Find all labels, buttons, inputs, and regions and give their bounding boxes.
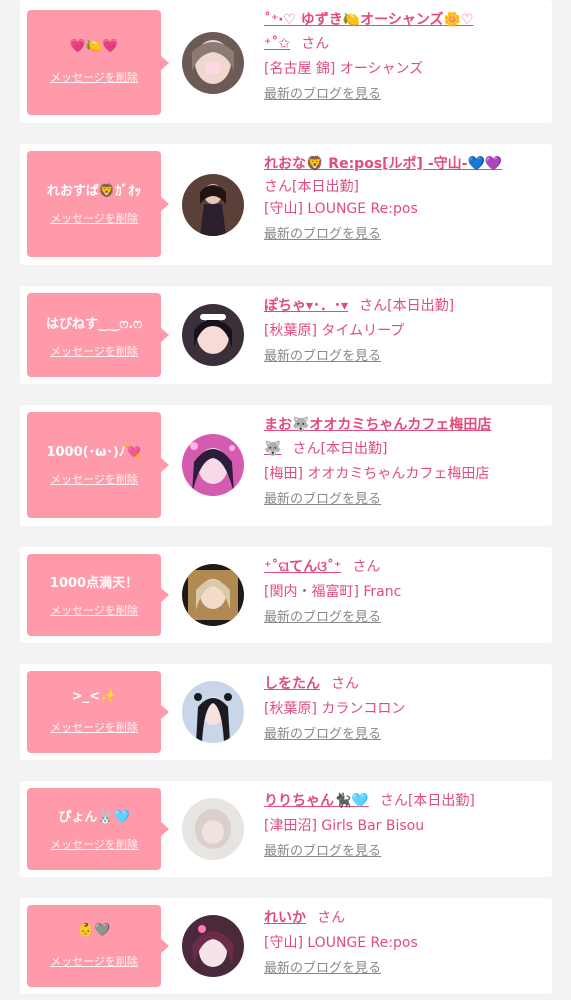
message-text: 1000点満天！ (49, 576, 139, 591)
name-suffix: さん[本日出勤] (359, 298, 455, 314)
message-card: 👶🩶 メッセージを削除 れいか さん [守山] LOUNGE Re:pos 最新… (20, 898, 552, 994)
card-info: ぽちゃ▾･．･▾ さん[本日出勤] [秋葉原] タイムリープ 最新のブログを見る (264, 294, 544, 370)
name-suffix: さん[本日出勤] (292, 441, 388, 457)
girl-name-link[interactable]: ぽちゃ▾･．･▾ (264, 298, 348, 314)
girl-name-link[interactable]: ⁺˚ଘてんଓ˚⁺ (264, 559, 341, 575)
message-text: ぴょん🐰🩵 (58, 810, 130, 825)
shop-name: [津田沼] Girls Bar Bisou (264, 818, 425, 834)
shop-name: [名古屋 錦] オーシャンズ (264, 61, 424, 77)
card-info: まお🐺オオカミちゃんカフェ梅田店 🐺 さん[本日出勤] [梅田] オオカミちゃん… (264, 413, 544, 513)
latest-blog-link[interactable]: 最新のブログを見る (264, 487, 381, 513)
message-text: >_<✨ (71, 689, 117, 704)
message-list: 💗🍋💗 メッセージを削除 ˚⁺‧♡ ゆずき🍋オーシャンズ🌼♡ ⁺˚✩ さん [名… (0, 0, 571, 1000)
message-bubble: 💗🍋💗 メッセージを削除 (27, 10, 169, 115)
message-card: ぴょん🐰🩵 メッセージを削除 りりちゃん🐈‍⬛🩵 さん[本日出勤] [津田沼] … (20, 781, 552, 877)
shop-name: [秋葉原] カランコロン (264, 701, 406, 717)
delete-message-link[interactable]: メッセージを削除 (27, 836, 161, 852)
avatar[interactable] (182, 32, 244, 94)
shop-name: [秋葉原] タイムリープ (264, 323, 405, 339)
message-bubble: ぴょん🐰🩵 メッセージを削除 (27, 788, 169, 870)
girl-name-link[interactable]: しをたん (264, 676, 320, 692)
avatar[interactable] (182, 304, 244, 366)
message-card: 1000(･ω･)ﾉ💘 メッセージを削除 まお🐺オオカミちゃんカフェ梅田店 🐺 … (20, 405, 552, 526)
message-bubble: はぴねす‿‿ෆ.ෆ メッセージを削除 (27, 293, 169, 377)
avatar[interactable] (182, 681, 244, 743)
message-card: >_<✨ メッセージを削除 しをたん さん [秋葉原] カランコロン 最新のブロ… (20, 664, 552, 760)
girl-name-link[interactable]: まお🐺オオカミちゃんカフェ梅田店 (264, 417, 491, 433)
delete-message-link[interactable]: メッセージを削除 (27, 69, 161, 85)
name-suffix: さん[本日出勤] (264, 179, 359, 195)
latest-blog-link[interactable]: 最新のブログを見る (264, 82, 381, 108)
name-suffix: さん (352, 559, 381, 575)
message-card: 💗🍋💗 メッセージを削除 ˚⁺‧♡ ゆずき🍋オーシャンズ🌼♡ ⁺˚✩ さん [名… (20, 0, 552, 123)
card-info: りりちゃん🐈‍⬛🩵 さん[本日出勤] [津田沼] Girls Bar Bisou… (264, 789, 544, 865)
shop-name: [守山] LOUNGE Re:pos (264, 201, 418, 217)
name-suffix: さん (317, 910, 346, 926)
message-text: 💗🍋💗 (69, 39, 119, 54)
name-suffix: さん[本日出勤] (379, 793, 475, 809)
avatar[interactable] (182, 434, 244, 496)
name-suffix: さん (301, 36, 330, 52)
message-bubble: 1000(･ω･)ﾉ💘 メッセージを削除 (27, 412, 169, 518)
card-info: れいか さん [守山] LOUNGE Re:pos 最新のブログを見る (264, 906, 544, 982)
message-text: 1000(･ω･)ﾉ💘 (46, 445, 142, 460)
latest-blog-link[interactable]: 最新のブログを見る (264, 839, 381, 865)
message-text: 👶🩶 (77, 923, 111, 938)
latest-blog-link[interactable]: 最新のブログを見る (264, 222, 381, 248)
delete-message-link[interactable]: メッセージを削除 (27, 471, 161, 487)
message-card: はぴねす‿‿ෆ.ෆ メッセージを削除 ぽちゃ▾･．･▾ さん[本日出勤] [秋葉… (20, 286, 552, 384)
message-bubble: 👶🩶 メッセージを削除 (27, 905, 169, 987)
girl-name-link-cont[interactable]: 🐺 (264, 441, 281, 457)
girl-name-link[interactable]: れいか (264, 910, 306, 926)
message-bubble: れおすば🦁ｶﾞｵｯ メッセージを削除 (27, 151, 169, 257)
card-info: ˚⁺‧♡ ゆずき🍋オーシャンズ🌼♡ ⁺˚✩ さん [名古屋 錦] オーシャンズ … (264, 8, 544, 108)
shop-name: [関内・福富町] Franc (264, 584, 402, 600)
message-bubble: >_<✨ メッセージを削除 (27, 671, 169, 753)
name-suffix: さん (331, 676, 360, 692)
shop-name: [守山] LOUNGE Re:pos (264, 935, 418, 951)
delete-message-link[interactable]: メッセージを削除 (27, 343, 161, 359)
latest-blog-link[interactable]: 最新のブログを見る (264, 344, 381, 370)
delete-message-link[interactable]: メッセージを削除 (27, 953, 161, 969)
latest-blog-link[interactable]: 最新のブログを見る (264, 956, 381, 982)
delete-message-link[interactable]: メッセージを削除 (27, 602, 161, 618)
message-card: れおすば🦁ｶﾞｵｯ メッセージを削除 れおな🦁 Re:pos[ルポ] -守山-💙… (20, 144, 552, 265)
card-info: れおな🦁 Re:pos[ルポ] -守山-💙💜 さん[本日出勤] [守山] LOU… (264, 152, 544, 248)
avatar[interactable] (182, 915, 244, 977)
message-text: れおすば🦁ｶﾞｵｯ (46, 184, 142, 199)
message-card: 1000点満天！ メッセージを削除 ⁺˚ଘてんଓ˚⁺ さん [関内・福富町] F… (20, 547, 552, 643)
avatar[interactable] (182, 564, 244, 626)
message-text: はぴねす‿‿ෆ.ෆ (45, 317, 143, 332)
delete-message-link[interactable]: メッセージを削除 (27, 210, 161, 226)
avatar[interactable] (182, 174, 244, 236)
latest-blog-link[interactable]: 最新のブログを見る (264, 605, 381, 631)
shop-name: [梅田] オオカミちゃんカフェ梅田店 (264, 466, 490, 482)
message-bubble: 1000点満天！ メッセージを削除 (27, 554, 169, 636)
avatar[interactable] (182, 798, 244, 860)
card-info: しをたん さん [秋葉原] カランコロン 最新のブログを見る (264, 672, 544, 748)
girl-name-link-cont[interactable]: ⁺˚✩ (264, 36, 290, 52)
girl-name-link[interactable]: れおな🦁 Re:pos[ルポ] -守山-💙💜 (264, 156, 502, 172)
latest-blog-link[interactable]: 最新のブログを見る (264, 722, 381, 748)
girl-name-link[interactable]: ˚⁺‧♡ ゆずき🍋オーシャンズ🌼♡ (264, 12, 474, 28)
delete-message-link[interactable]: メッセージを削除 (27, 719, 161, 735)
card-info: ⁺˚ଘてんଓ˚⁺ さん [関内・福富町] Franc 最新のブログを見る (264, 555, 544, 631)
girl-name-link[interactable]: りりちゃん🐈‍⬛🩵 (264, 793, 369, 809)
